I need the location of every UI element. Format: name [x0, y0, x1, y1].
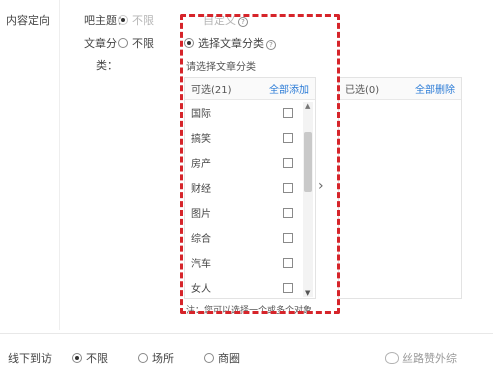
section-label: 内容定向	[6, 14, 50, 27]
offline-visit-venue-text: 场所	[152, 352, 174, 365]
offline-visit-district-option[interactable]: 商圈	[204, 350, 240, 366]
offline-visit-label: 线下到访	[8, 352, 52, 365]
highlight-annotation	[180, 14, 340, 314]
selected-title: 已选(0)	[345, 85, 380, 96]
offline-visit-unlimited-text: 不限	[86, 352, 108, 365]
content-targeting-page: 内容定向 吧主题： 不限 自定义? 文章分 类： 不限 选择文章分类? 请选择文…	[0, 0, 493, 375]
watermark-text: 丝路赞外综	[402, 352, 457, 365]
bar-topic-unlimited-option[interactable]: 不限	[118, 12, 154, 28]
bar-topic-unlimited-text: 不限	[132, 14, 154, 27]
offline-visit-district-radio[interactable]	[204, 353, 214, 363]
article-category-label-line1: 文章分	[84, 37, 117, 50]
remove-all-link[interactable]: 全部删除	[415, 81, 455, 96]
weibo-logo-icon	[385, 352, 399, 364]
offline-visit-unlimited-radio[interactable]	[72, 353, 82, 363]
selected-panel: 已选(0) 全部删除	[338, 77, 462, 299]
bar-topic-unlimited-radio[interactable]	[118, 15, 128, 25]
article-category-unlimited-option[interactable]: 不限	[118, 35, 154, 51]
watermark: 丝路赞外综	[385, 350, 457, 366]
article-category-unlimited-radio[interactable]	[118, 38, 128, 48]
section-divider	[59, 0, 60, 330]
selected-panel-header: 已选(0) 全部删除	[339, 78, 461, 100]
offline-visit-venue-radio[interactable]	[138, 353, 148, 363]
offline-visit-unlimited-option[interactable]: 不限	[72, 350, 108, 366]
article-category-unlimited-text: 不限	[132, 37, 154, 50]
article-category-label-line2: 类：	[96, 59, 118, 72]
offline-visit-venue-option[interactable]: 场所	[138, 350, 174, 366]
bottom-divider	[0, 333, 493, 334]
offline-visit-district-text: 商圈	[218, 352, 240, 365]
